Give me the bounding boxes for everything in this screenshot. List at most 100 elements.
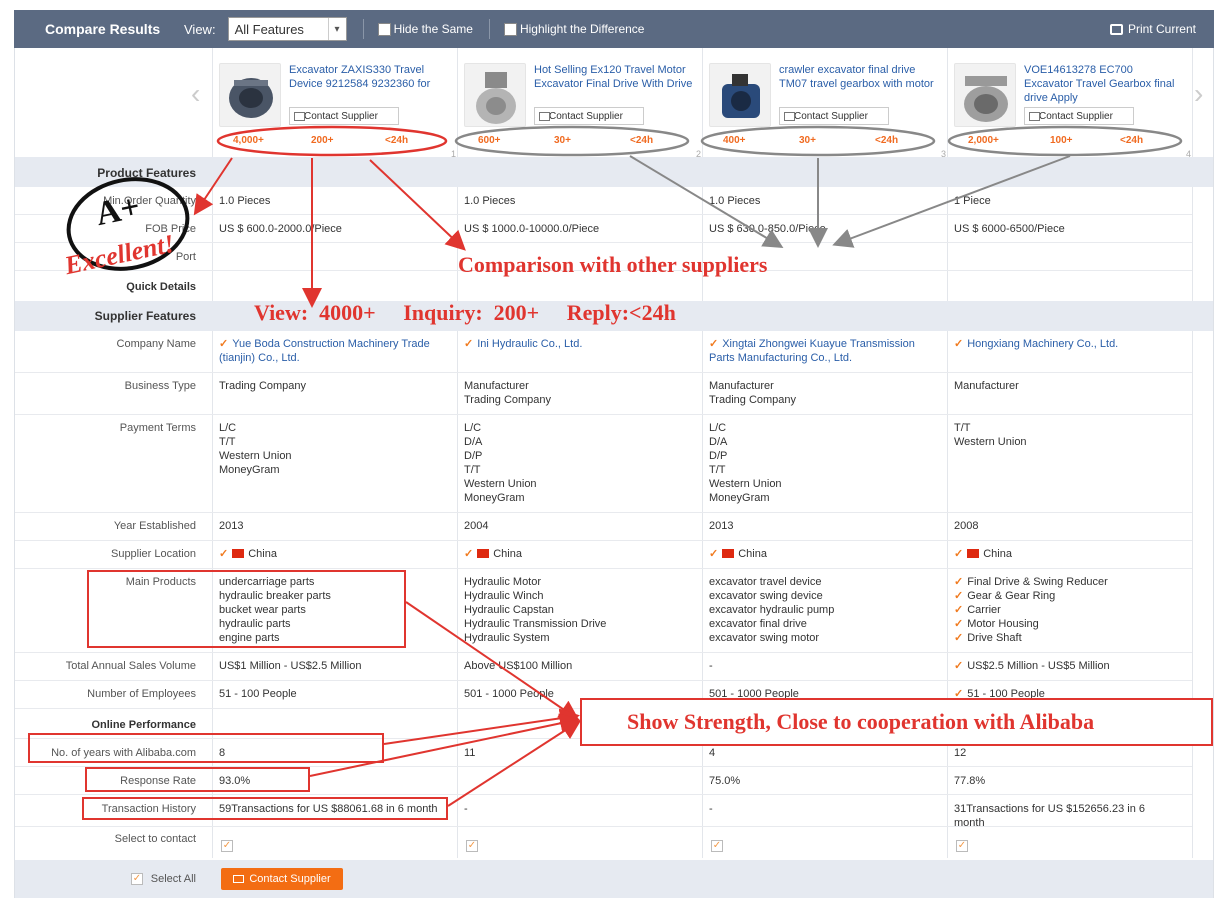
product-title[interactable]: VOE14613278 EC700 Excavator Travel Gearb… — [1024, 63, 1184, 105]
select-checkbox[interactable]: ✓ — [466, 840, 478, 852]
verified-check-icon: ✓ — [219, 548, 229, 560]
moq-value: 1.0 Pieces — [709, 195, 761, 207]
years-alibaba-value: 11 — [464, 747, 476, 759]
select-contact-label: Select to contact — [114, 833, 196, 845]
location-value: ✓ China — [954, 547, 1012, 561]
view-select-value: All Features — [234, 21, 304, 37]
company-name-link[interactable]: ✓ Ini Hydraulic Co., Ltd. — [464, 337, 694, 351]
product-number: 1 — [450, 149, 456, 159]
row-divider — [15, 512, 1192, 513]
location-value: ✓ China — [219, 547, 277, 561]
mail-icon — [233, 875, 245, 883]
main-products-value: ✓ Final Drive & Swing Reducer ✓ Gear & Gea… — [954, 575, 1108, 645]
product-image[interactable] — [464, 63, 526, 127]
sales-value: Above US$100 Million — [464, 660, 573, 672]
product-image[interactable] — [954, 63, 1016, 127]
checkbox-box — [377, 22, 391, 36]
select-checkbox[interactable]: ✓ — [221, 840, 233, 852]
product-title[interactable]: crawler excavator final drive TM07 trave… — [779, 63, 939, 91]
inquiries-count: 200+ — [311, 135, 334, 146]
main-product-item: excavator final drive — [709, 618, 807, 630]
payment-line: MoneyGram — [464, 492, 525, 504]
main-product-text: Drive Shaft — [967, 632, 1022, 644]
company-name-link[interactable]: ✓ Yue Boda Construction Machinery Trade (… — [219, 337, 449, 365]
main-product-item: Hydraulic System — [464, 632, 550, 644]
verified-check-icon: ✓ — [464, 338, 474, 350]
product-title[interactable]: Hot Selling Ex120 Travel Motor Excavator… — [534, 63, 694, 91]
payment-terms-value: L/C D/A D/P T/T Western Union MoneyGram — [709, 421, 782, 505]
compare-toolbar: Compare Results View: All Features ▾ Hid… — [14, 10, 1214, 48]
product-image[interactable] — [709, 63, 771, 127]
payment-line: D/A — [709, 436, 728, 448]
main-products-highlight — [87, 570, 406, 648]
views-count: 2,000+ — [968, 135, 999, 146]
company-name: Hongxiang Machinery Co., Ltd. — [967, 338, 1119, 350]
transaction-value: - — [464, 803, 468, 815]
fob-value: US $ 6000-6500/Piece — [954, 223, 1065, 235]
company-name-link[interactable]: ✓ Hongxiang Machinery Co., Ltd. — [954, 337, 1184, 351]
moq-value: 1 Piece — [954, 195, 991, 207]
china-flag-icon — [232, 549, 245, 558]
strength-text: Show Strength, Close to cooperation with… — [627, 709, 1095, 734]
main-product-item: excavator hydraulic pump — [709, 604, 835, 616]
reply-time: <24h — [630, 135, 654, 146]
employees-value: 501 - 1000 People — [464, 688, 554, 700]
row-divider — [15, 568, 1192, 569]
hide-same-checkbox[interactable]: Hide the Same — [377, 22, 473, 36]
product-features-heading: Product Features — [97, 166, 196, 180]
company-name-link[interactable]: ✓ Xingtai Zhongwei Kuayue Transmission Pa… — [709, 337, 939, 365]
employees-label: Number of Employees — [87, 688, 196, 700]
print-current-button[interactable]: Print Current — [1109, 22, 1196, 36]
company-label: Company Name — [116, 338, 196, 350]
response-rate-value: 77.8% — [954, 775, 986, 787]
contact-supplier-button[interactable]: Contact Supplier — [289, 107, 399, 125]
chevron-left-icon[interactable]: ‹ — [191, 78, 200, 110]
view-select[interactable]: All Features ▾ — [227, 17, 347, 41]
highlight-diff-checkbox[interactable]: Highlight the Difference — [503, 22, 644, 36]
contact-supplier-footer-button[interactable]: Contact Supplier — [221, 868, 343, 890]
main-product-item: Hydraulic Transmission Drive — [464, 618, 607, 630]
main-products-value: Hydraulic Motor Hydraulic Winch Hydraulic … — [464, 575, 606, 645]
product-image[interactable] — [219, 63, 281, 127]
main-product-item: ✓ Drive Shaft — [954, 631, 1108, 645]
row-divider — [15, 372, 1192, 373]
verified-check-icon: ✓ — [954, 604, 964, 616]
location-value: ✓ China — [464, 547, 522, 561]
main-product-item: Hydraulic Winch — [464, 590, 544, 602]
location-text: China — [493, 548, 522, 560]
company-name: Ini Hydraulic Co., Ltd. — [477, 338, 583, 350]
year-value: 2008 — [954, 520, 979, 532]
product-card: VOE14613278 EC700 Excavator Travel Gearb… — [948, 57, 1193, 159]
main-product-item: excavator swing device — [709, 590, 823, 602]
years-alibaba-highlight — [28, 733, 384, 763]
main-product-item: ✓ Motor Housing — [954, 617, 1108, 631]
contact-supplier-button[interactable]: Contact Supplier — [1024, 107, 1134, 125]
payment-line: T/T — [219, 436, 236, 448]
payment-line: Western Union — [219, 450, 292, 462]
location-label: Supplier Location — [110, 548, 196, 560]
product-title[interactable]: Excavator ZAXIS330 Travel Device 9212584… — [289, 63, 449, 91]
product-number: 4 — [1185, 149, 1191, 159]
views-count: 4,000+ — [233, 135, 264, 146]
year-value: 2013 — [709, 520, 734, 532]
fob-value: US $ 600.0-2000.0/Piece — [219, 223, 342, 235]
row-divider — [15, 414, 1192, 415]
supplier-features-heading: Supplier Features — [94, 309, 196, 323]
verified-check-icon: ✓ — [219, 338, 229, 350]
select-checkbox[interactable]: ✓ — [956, 840, 968, 852]
verified-check-icon: ✓ — [954, 660, 964, 672]
contact-supplier-button[interactable]: Contact Supplier — [534, 107, 644, 125]
payment-line: Western Union — [709, 478, 782, 490]
payment-line: L/C — [464, 422, 482, 434]
row-divider — [15, 680, 1192, 681]
chevron-right-icon[interactable]: › — [1194, 78, 1203, 110]
china-flag-icon — [967, 549, 980, 558]
response-rate-highlight — [85, 767, 310, 792]
page-title: Compare Results — [45, 21, 161, 37]
contact-supplier-button[interactable]: Contact Supplier — [779, 107, 889, 125]
select-checkbox[interactable]: ✓ — [711, 840, 723, 852]
quick-details-label: Quick Details — [126, 281, 196, 293]
comparison-text: Comparison with other suppliers — [458, 252, 768, 277]
row-divider — [15, 214, 1192, 215]
checkbox-box — [503, 22, 517, 36]
